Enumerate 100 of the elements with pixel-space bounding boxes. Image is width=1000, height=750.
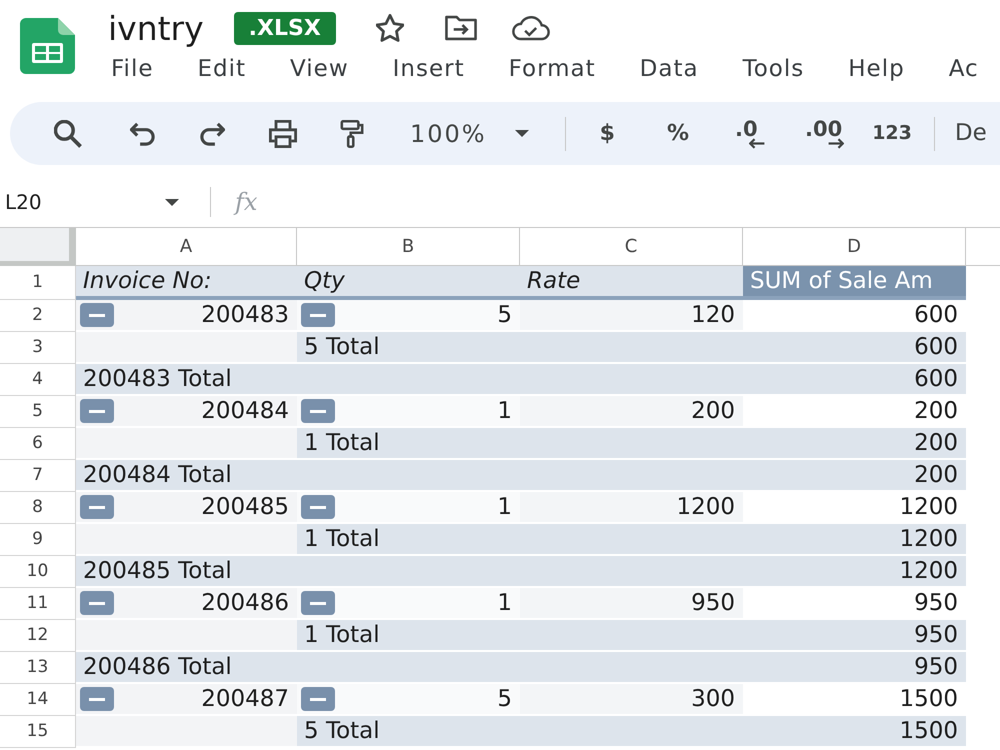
- font-dropdown[interactable]: De: [954, 122, 987, 145]
- column-header[interactable]: C: [520, 228, 743, 266]
- table-cell: 1200: [743, 556, 966, 588]
- cell-value: 200484: [201, 400, 289, 422]
- table-cell: 600: [743, 332, 966, 364]
- menu-item[interactable]: Tools: [742, 58, 804, 80]
- collapse-button[interactable]: [301, 591, 335, 615]
- row-header[interactable]: 9: [0, 524, 76, 556]
- caret-down-icon: [165, 198, 179, 206]
- row-header[interactable]: 7: [0, 460, 76, 492]
- increase-decimal-button[interactable]: .00: [804, 118, 842, 148]
- menu-item[interactable]: Edit: [198, 58, 246, 80]
- column-header[interactable]: B: [297, 228, 520, 266]
- table-cell: 200: [743, 428, 966, 460]
- menu-item[interactable]: Ac: [948, 58, 979, 80]
- function-label: fx: [235, 190, 258, 214]
- minus-icon: [89, 314, 105, 316]
- row-header[interactable]: 15: [0, 716, 76, 748]
- currency-format-button[interactable]: $: [600, 122, 615, 144]
- table-cell: 120: [520, 300, 743, 332]
- minus-icon: [310, 506, 326, 508]
- row-header[interactable]: 12: [0, 620, 76, 652]
- collapse-button[interactable]: [80, 399, 114, 423]
- table-cell: Rate: [520, 266, 743, 300]
- collapse-button[interactable]: [80, 687, 114, 711]
- row-header[interactable]: 10: [0, 556, 76, 588]
- minus-icon: [310, 698, 326, 700]
- table-cell: 1500: [743, 716, 966, 748]
- minus-icon: [89, 602, 105, 604]
- minus-icon: [89, 506, 105, 508]
- zoom-dropdown[interactable]: 100%: [410, 122, 529, 146]
- folder-arrow-icon[interactable]: [444, 15, 477, 41]
- menu-item[interactable]: Data: [640, 58, 699, 80]
- search-icon[interactable]: [54, 120, 82, 148]
- table-cell: SUM of Sale Am: [743, 266, 966, 300]
- table-cell: 1 Total: [297, 428, 520, 460]
- collapse-button[interactable]: [80, 495, 114, 519]
- document-title[interactable]: ivntry: [108, 12, 204, 44]
- row-header[interactable]: 6: [0, 428, 76, 460]
- table-cell: 200: [743, 460, 966, 492]
- collapse-button[interactable]: [301, 687, 335, 711]
- row-header[interactable]: 3: [0, 332, 76, 364]
- collapse-button[interactable]: [301, 399, 335, 423]
- menu-item[interactable]: Format: [508, 58, 596, 80]
- percent-format-button[interactable]: %: [666, 122, 689, 144]
- cell-value: 1: [497, 592, 512, 614]
- sheets-logo-icon[interactable]: [20, 18, 75, 74]
- table-cell: 950: [520, 588, 743, 620]
- table-cell: 200484 Total: [76, 460, 297, 492]
- arrow-right-icon: [828, 138, 844, 148]
- cloud-check-icon[interactable]: [512, 15, 550, 41]
- table-cell: 950: [743, 652, 966, 684]
- table-cell: 1 Total: [297, 524, 520, 556]
- collapse-button[interactable]: [301, 303, 335, 327]
- cell-value: 1: [497, 400, 512, 422]
- table-cell: 5 Total: [297, 716, 520, 748]
- column-header[interactable]: A: [76, 228, 297, 266]
- cell-value: 5: [497, 304, 512, 326]
- row-header[interactable]: 11: [0, 588, 76, 620]
- row-header[interactable]: 1: [0, 266, 76, 300]
- caret-down-icon: [514, 130, 529, 137]
- column-header[interactable]: D: [743, 228, 966, 266]
- row-header[interactable]: 5: [0, 396, 76, 428]
- row-header[interactable]: 4: [0, 364, 76, 396]
- collapse-button[interactable]: [301, 495, 335, 519]
- table-cell: 1200: [743, 524, 966, 556]
- row-header[interactable]: 2: [0, 300, 76, 332]
- menu-item[interactable]: View: [290, 58, 349, 80]
- redo-icon[interactable]: [199, 120, 225, 146]
- number-format-button[interactable]: 123: [872, 124, 912, 143]
- table-cell: Invoice No:: [76, 266, 297, 300]
- star-icon[interactable]: [376, 14, 404, 42]
- table-cell: 200485 Total: [76, 556, 297, 588]
- row-header[interactable]: 14: [0, 684, 76, 716]
- table-cell: 5 Total: [297, 332, 520, 364]
- decrease-decimal-button[interactable]: .0: [734, 118, 765, 148]
- name-box[interactable]: L20: [0, 192, 190, 212]
- table-cell: 300: [520, 684, 743, 716]
- cell-value: 200483: [201, 304, 289, 326]
- table-cell: 1 Total: [297, 620, 520, 652]
- paint-roller-icon[interactable]: [339, 120, 365, 148]
- cell-value: 1: [497, 496, 512, 518]
- minus-icon: [89, 410, 105, 412]
- collapse-button[interactable]: [80, 303, 114, 327]
- undo-icon[interactable]: [130, 120, 156, 146]
- menu-item[interactable]: Insert: [392, 58, 465, 80]
- menu-item[interactable]: Help: [848, 58, 905, 80]
- row-header[interactable]: 13: [0, 652, 76, 684]
- table-cell: 200486 Total: [76, 652, 297, 684]
- collapse-button[interactable]: [80, 591, 114, 615]
- cell-value: 200485: [201, 496, 289, 518]
- menu-item[interactable]: File: [111, 58, 154, 80]
- row-header[interactable]: 8: [0, 492, 76, 524]
- print-icon[interactable]: [269, 120, 297, 148]
- minus-icon: [310, 314, 326, 316]
- table-cell: Qty: [297, 266, 520, 300]
- table-cell: 200: [520, 396, 743, 428]
- arrow-left-icon: [748, 138, 765, 148]
- cell-value: 200487: [201, 688, 289, 710]
- minus-icon: [310, 602, 326, 604]
